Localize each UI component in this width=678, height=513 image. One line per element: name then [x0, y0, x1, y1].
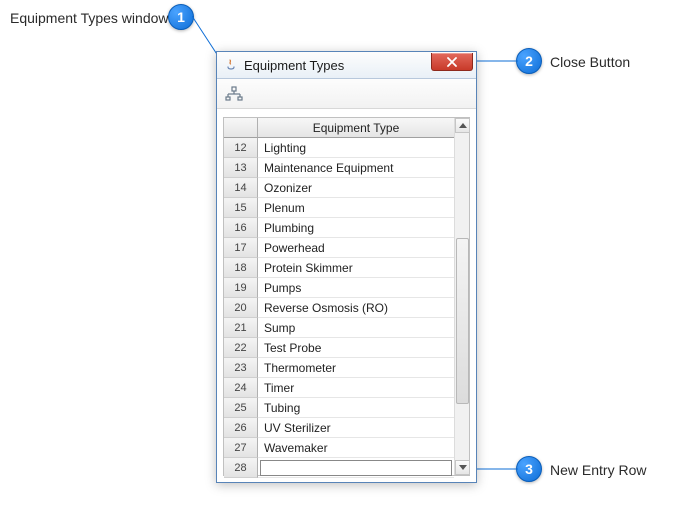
row-header[interactable]: 16: [224, 218, 258, 238]
equipment-type-cell[interactable]: Sump: [258, 318, 454, 338]
equipment-type-cell[interactable]: Lighting: [258, 138, 454, 158]
row-header[interactable]: 18: [224, 258, 258, 278]
row-header[interactable]: 27: [224, 438, 258, 458]
row-header[interactable]: 25: [224, 398, 258, 418]
vertical-scrollbar[interactable]: [454, 118, 469, 475]
scroll-down-button[interactable]: [455, 460, 470, 475]
table-row[interactable]: 17Powerhead: [224, 238, 454, 258]
row-header[interactable]: 22: [224, 338, 258, 358]
row-header[interactable]: 21: [224, 318, 258, 338]
scroll-thumb[interactable]: [456, 238, 469, 404]
equipment-type-cell[interactable]: Powerhead: [258, 238, 454, 258]
row-header[interactable]: 23: [224, 358, 258, 378]
equipment-type-cell[interactable]: Thermometer: [258, 358, 454, 378]
row-header[interactable]: 12: [224, 138, 258, 158]
close-icon: [447, 57, 457, 67]
table-row[interactable]: 13Maintenance Equipment: [224, 158, 454, 178]
table-row[interactable]: 24Timer: [224, 378, 454, 398]
java-app-icon: [223, 57, 239, 73]
chevron-down-icon: [459, 465, 467, 470]
table-row[interactable]: 15Plenum: [224, 198, 454, 218]
callout-2-label: Close Button: [550, 54, 630, 70]
callout-3-label: New Entry Row: [550, 462, 646, 478]
window-title: Equipment Types: [244, 58, 344, 73]
table-row[interactable]: 20Reverse Osmosis (RO): [224, 298, 454, 318]
table-row[interactable]: 25Tubing: [224, 398, 454, 418]
table-row[interactable]: 14Ozonizer: [224, 178, 454, 198]
table-row[interactable]: 26UV Sterilizer: [224, 418, 454, 438]
table-row[interactable]: 18Protein Skimmer: [224, 258, 454, 278]
table-row[interactable]: 27Wavemaker: [224, 438, 454, 458]
new-entry-input[interactable]: [260, 460, 452, 476]
equipment-type-cell[interactable]: Ozonizer: [258, 178, 454, 198]
row-header[interactable]: 20: [224, 298, 258, 318]
row-header[interactable]: 28: [224, 458, 258, 478]
row-header[interactable]: 19: [224, 278, 258, 298]
table-row[interactable]: 23Thermometer: [224, 358, 454, 378]
equipment-types-window: Equipment Types Equipment Type 12Lightin…: [216, 51, 477, 483]
callout-1-label: Equipment Types window: [10, 10, 169, 26]
table-row[interactable]: 19Pumps: [224, 278, 454, 298]
row-header[interactable]: 13: [224, 158, 258, 178]
callout-2-badge: 2: [516, 48, 542, 74]
table-row[interactable]: 21Sump: [224, 318, 454, 338]
row-header[interactable]: 14: [224, 178, 258, 198]
chevron-up-icon: [459, 123, 467, 128]
table-row[interactable]: 12Lighting: [224, 138, 454, 158]
equipment-type-cell[interactable]: UV Sterilizer: [258, 418, 454, 438]
scroll-up-button[interactable]: [455, 118, 470, 133]
equipment-type-cell[interactable]: Pumps: [258, 278, 454, 298]
row-header[interactable]: 15: [224, 198, 258, 218]
table-row[interactable]: 22Test Probe: [224, 338, 454, 358]
titlebar[interactable]: Equipment Types: [217, 52, 476, 79]
equipment-type-cell[interactable]: Protein Skimmer: [258, 258, 454, 278]
callout-3-badge: 3: [516, 456, 542, 482]
equipment-type-cell[interactable]: Timer: [258, 378, 454, 398]
callout-1-badge: 1: [168, 4, 194, 30]
new-entry-cell[interactable]: [258, 458, 454, 478]
table-row[interactable]: 16Plumbing: [224, 218, 454, 238]
equipment-type-cell[interactable]: Wavemaker: [258, 438, 454, 458]
new-entry-row[interactable]: 28: [224, 458, 454, 478]
grid-corner: [224, 118, 258, 138]
equipment-type-cell[interactable]: Maintenance Equipment: [258, 158, 454, 178]
equipment-type-cell[interactable]: Plenum: [258, 198, 454, 218]
column-header-equipment-type[interactable]: Equipment Type: [258, 118, 454, 138]
toolbar: [217, 79, 476, 109]
equipment-type-cell[interactable]: Plumbing: [258, 218, 454, 238]
equipment-type-grid: Equipment Type 12Lighting13Maintenance E…: [223, 117, 470, 476]
equipment-icon[interactable]: [223, 83, 245, 105]
row-header[interactable]: 26: [224, 418, 258, 438]
row-header[interactable]: 24: [224, 378, 258, 398]
row-header[interactable]: 17: [224, 238, 258, 258]
equipment-type-cell[interactable]: Tubing: [258, 398, 454, 418]
equipment-type-cell[interactable]: Reverse Osmosis (RO): [258, 298, 454, 318]
close-button[interactable]: [431, 53, 473, 71]
equipment-type-cell[interactable]: Test Probe: [258, 338, 454, 358]
